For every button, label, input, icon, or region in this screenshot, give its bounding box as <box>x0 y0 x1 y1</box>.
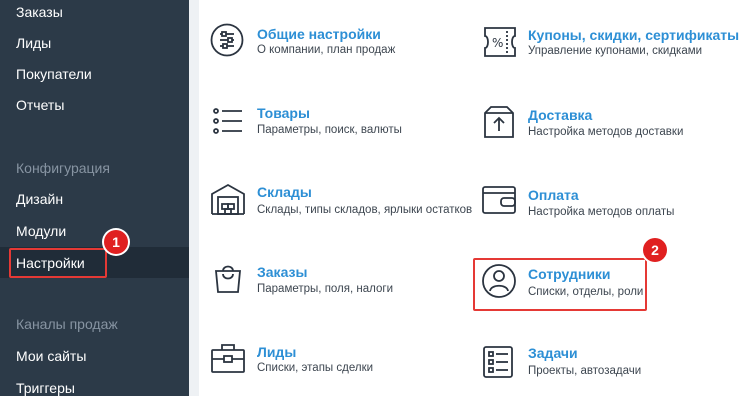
tile-subtitle: Параметры, поиск, валюты <box>257 124 402 136</box>
tile-subtitle: Управление купонами, скидками <box>528 45 703 57</box>
settings-panel: Общие настройки О компании, план продаж … <box>199 0 740 396</box>
highlight-settings-box <box>9 248 107 278</box>
step-badge-2: 2 <box>643 238 667 262</box>
step-badge-1: 1 <box>104 230 128 254</box>
tile-payment[interactable]: Оплата Настройка методов оплаты <box>471 170 740 240</box>
sidebar-section-configuration: Конфигурация <box>16 160 110 176</box>
sidebar-item-customers[interactable]: Покупатели <box>16 66 92 82</box>
delivery-box-icon <box>483 105 515 139</box>
tile-title: Общие настройки <box>257 26 381 42</box>
tile-subtitle: Настройка методов оплаты <box>528 206 675 218</box>
sidebar-item-orders[interactable]: Заказы <box>16 4 63 20</box>
sidebar-item-leads[interactable]: Лиды <box>16 35 51 51</box>
coupon-icon: % <box>483 26 517 58</box>
tile-title: Товары <box>257 105 310 121</box>
tile-products[interactable]: Товары Параметры, поиск, валюты <box>199 90 469 160</box>
tile-subtitle: О компании, план продаж <box>257 44 396 56</box>
svg-text:%: % <box>492 36 503 50</box>
sidebar-item-reports[interactable]: Отчеты <box>16 97 64 113</box>
sliders-icon <box>210 23 244 57</box>
tile-title: Доставка <box>528 107 593 123</box>
briefcase-icon <box>210 342 246 374</box>
sidebar-item-modules[interactable]: Модули <box>16 223 66 239</box>
highlight-employees-box <box>473 258 647 311</box>
sidebar-item-my-sites[interactable]: Мои сайты <box>16 348 86 364</box>
tile-delivery[interactable]: Доставка Настройка методов доставки <box>471 90 740 160</box>
sidebar-item-design[interactable]: Дизайн <box>16 191 63 207</box>
tile-title: Оплата <box>528 187 579 203</box>
list-icon <box>213 107 243 135</box>
tile-orders[interactable]: Заказы Параметры, поля, налоги <box>199 250 469 320</box>
tile-title: Задачи <box>528 345 578 361</box>
tile-subtitle: Параметры, поля, налоги <box>257 283 393 295</box>
bag-icon <box>212 262 244 294</box>
tile-warehouses[interactable]: Склады Склады, типы складов, ярлыки оста… <box>199 170 473 240</box>
tile-subtitle: Настройка методов доставки <box>528 126 684 138</box>
tile-leads[interactable]: Лиды Списки, этапы сделки <box>199 330 469 396</box>
tile-general-settings[interactable]: Общие настройки О компании, план продаж <box>199 0 469 80</box>
warehouse-icon <box>210 182 246 216</box>
wallet-icon <box>481 185 517 215</box>
sidebar: Заказы Лиды Покупатели Отчеты Конфигурац… <box>0 0 189 396</box>
checklist-icon <box>482 345 514 379</box>
tile-subtitle: Проекты, автозадачи <box>528 365 642 377</box>
tile-coupons[interactable]: % Купоны, скидки, сертификаты Управление… <box>471 0 740 80</box>
tile-title: Лиды <box>257 344 297 360</box>
tile-title: Склады <box>257 184 312 200</box>
tile-tasks[interactable]: Задачи Проекты, автозадачи <box>471 330 740 396</box>
tile-subtitle: Списки, этапы сделки <box>257 362 374 374</box>
tile-subtitle: Склады, типы складов, ярлыки остатков <box>257 204 473 216</box>
sidebar-section-sales-channels: Каналы продаж <box>16 316 118 332</box>
sidebar-item-triggers[interactable]: Триггеры <box>16 380 75 396</box>
tile-title: Купоны, скидки, сертификаты <box>528 27 740 43</box>
tile-title: Заказы <box>257 264 308 280</box>
